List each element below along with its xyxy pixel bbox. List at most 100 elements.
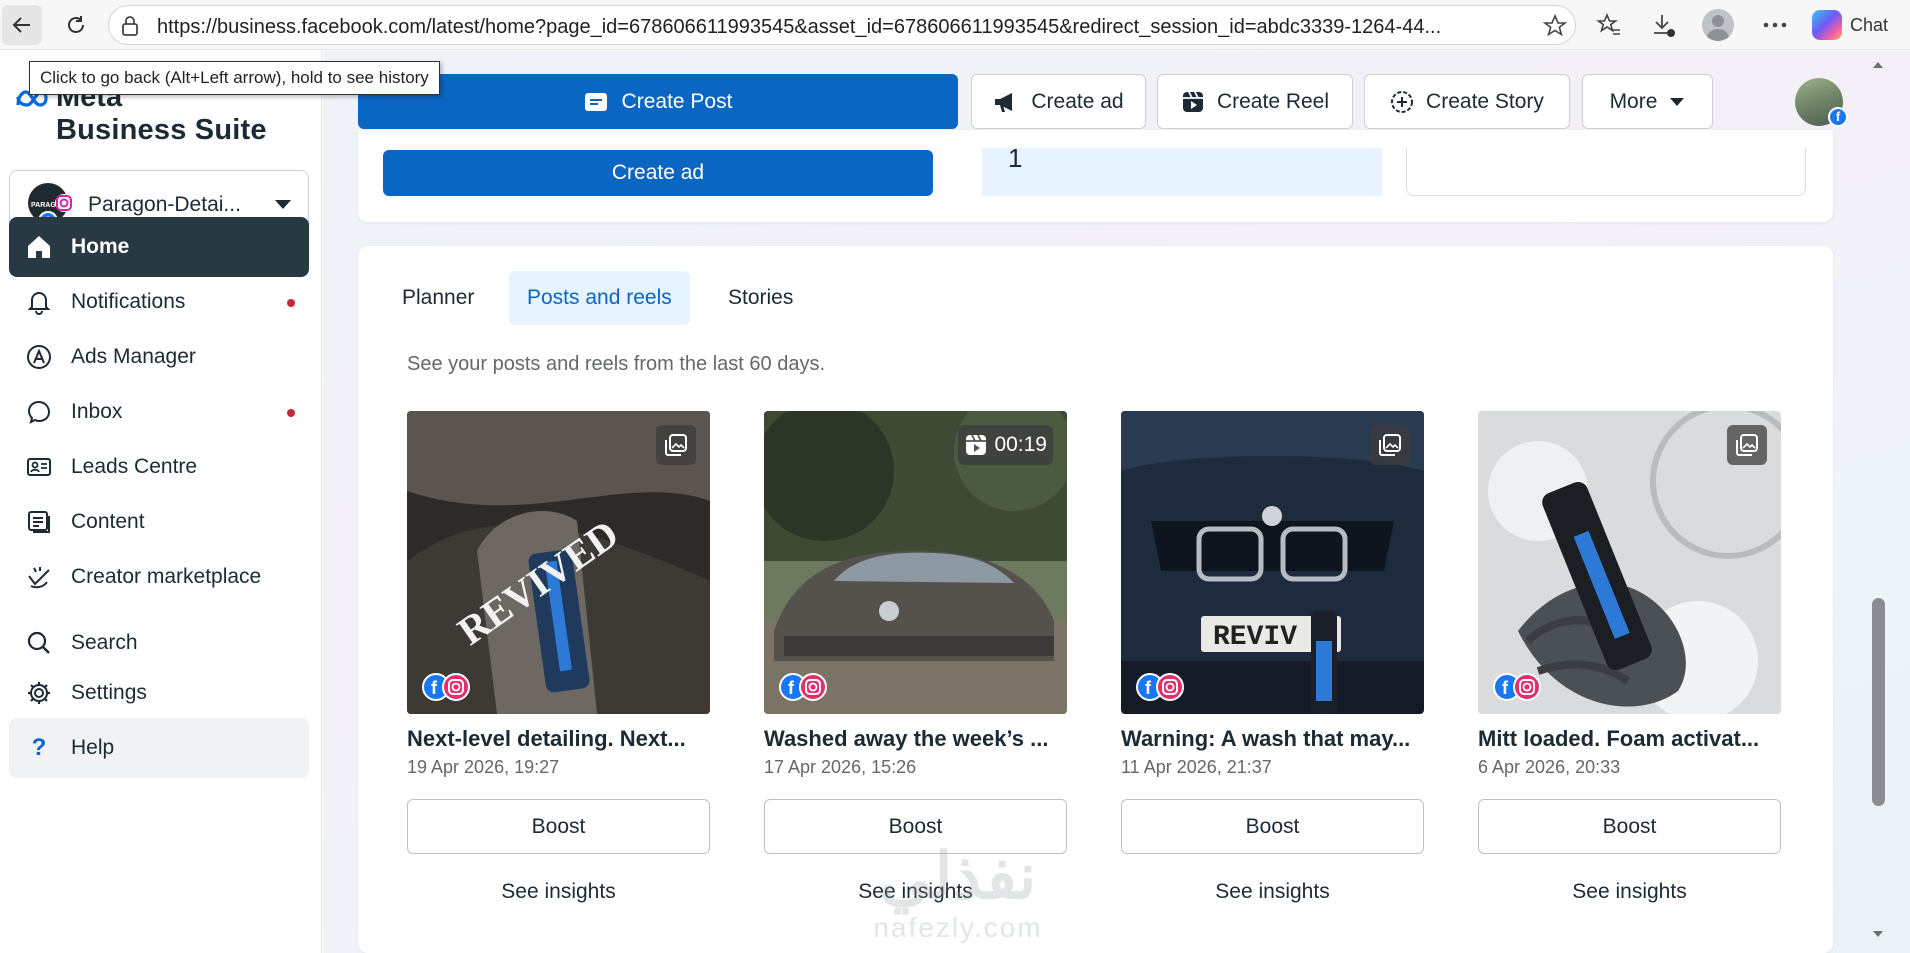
facebook-instagram-icon: f [779, 673, 827, 701]
sidebar-item-label: Search [71, 631, 138, 654]
see-insights-link[interactable]: See insights [764, 880, 1067, 904]
id-card-icon [25, 453, 53, 481]
copilot-chat-button[interactable]: Chat [1812, 9, 1888, 41]
facebook-instagram-icon: f [1136, 673, 1184, 701]
more-button[interactable]: More [1582, 74, 1713, 129]
plate-overlay-text: REVIV [1213, 622, 1297, 653]
browser-profile-avatar[interactable] [1702, 9, 1734, 41]
create-story-button[interactable]: Create Story [1364, 74, 1570, 129]
caret-down-icon [275, 200, 291, 209]
posts-subtitle: See your posts and reels from the last 6… [407, 353, 825, 375]
logo-business-suite-text: Business Suite [56, 114, 267, 146]
favorites-icon[interactable] [1594, 10, 1624, 40]
post-thumbnail[interactable]: 00:19 f [764, 411, 1067, 714]
address-bar[interactable]: https://business.facebook.com/latest/hom… [108, 5, 1576, 45]
post-title[interactable]: Washed away the week’s ... [764, 726, 1067, 752]
card-create-ad-button[interactable]: Create ad [383, 150, 933, 196]
sidebar-item-inbox[interactable]: Inbox [9, 382, 309, 442]
create-story-label: Create Story [1426, 89, 1544, 113]
favorite-star-icon[interactable] [1543, 14, 1567, 38]
boost-button[interactable]: Boost [1121, 799, 1424, 854]
post-thumbnail[interactable]: f [1478, 411, 1781, 714]
url-text[interactable]: https://business.facebook.com/latest/hom… [157, 16, 1527, 38]
tab-posts-and-reels[interactable]: Posts and reels [509, 271, 690, 325]
create-reel-button[interactable]: Create Reel [1157, 74, 1353, 129]
page-scrollbar[interactable] [1867, 51, 1891, 953]
browser-toolbar: https://business.facebook.com/latest/hom… [0, 0, 1910, 50]
reel-type-badge: 00:19 [958, 425, 1053, 465]
back-button[interactable] [2, 5, 42, 45]
sidebar-item-label: Ads Manager [71, 345, 196, 368]
sidebar-item-label: Leads Centre [71, 455, 198, 478]
reload-button[interactable] [56, 5, 96, 45]
reel-icon [1182, 91, 1203, 112]
tab-stories[interactable]: Stories [710, 271, 811, 325]
sidebar-item-home[interactable]: Home [9, 217, 309, 277]
photo-type-badge [1370, 425, 1410, 465]
bell-icon [25, 288, 53, 316]
svg-text:f: f [431, 678, 438, 698]
tab-planner[interactable]: Planner [384, 271, 492, 325]
sidebar-item-creator-marketplace[interactable]: Creator marketplace [9, 547, 309, 607]
photo-type-badge [1727, 425, 1767, 465]
post-thumbnail[interactable]: REVIV f [1121, 411, 1424, 714]
multi-photo-icon [1379, 434, 1401, 456]
reload-icon [68, 16, 84, 33]
see-insights-link[interactable]: See insights [1121, 880, 1424, 904]
question-icon: ? [31, 734, 47, 761]
post-date: 19 Apr 2026, 19:27 [407, 757, 560, 777]
info-panel [1406, 148, 1806, 196]
home-icon [25, 233, 53, 261]
sidebar-item-ads-manager[interactable]: Ads Manager [9, 327, 309, 387]
boost-button[interactable]: Boost [407, 799, 710, 854]
sidebar-item-label: Creator marketplace [71, 565, 262, 588]
see-insights-link[interactable]: See insights [1478, 880, 1781, 904]
create-ad-button[interactable]: Create ad [971, 74, 1146, 129]
more-options-icon[interactable] [1760, 10, 1790, 40]
arrow-left-icon [12, 17, 30, 33]
multi-photo-icon [1736, 434, 1758, 456]
gear-icon [25, 679, 53, 707]
post-title[interactable]: Mitt loaded. Foam activat... [1478, 726, 1781, 752]
multi-photo-icon [665, 434, 687, 456]
account-name: Paragon-Detai... [88, 193, 241, 216]
sidebar-item-label: Settings [71, 681, 147, 704]
svg-text:f: f [788, 678, 795, 698]
post-thumbnail[interactable]: REVIVED f [407, 411, 710, 714]
boost-button[interactable]: Boost [1478, 799, 1781, 854]
content-icon [25, 508, 53, 536]
more-label: More [1609, 89, 1658, 113]
post-title[interactable]: Warning: A wash that may... [1121, 726, 1424, 752]
create-post-label: Create Post [621, 89, 733, 113]
chat-bubble-icon [25, 398, 53, 426]
post-icon [584, 92, 607, 111]
sidebar-item-settings[interactable]: Settings [9, 663, 309, 723]
story-plus-icon [1391, 90, 1414, 113]
sidebar-item-help[interactable]: ? Help [9, 718, 309, 778]
post-date: 6 Apr 2026, 20:33 [1478, 757, 1621, 777]
post-title[interactable]: Next-level detailing. Next... [407, 726, 710, 752]
highlight-panel [982, 148, 1382, 196]
panel-number: 1 [1008, 143, 1023, 173]
notification-dot [287, 299, 295, 307]
downloads-icon[interactable] [1648, 10, 1678, 40]
scroll-down-arrow-icon[interactable] [1872, 930, 1884, 938]
creator-icon [25, 563, 53, 591]
notification-dot [287, 409, 295, 417]
boost-button[interactable]: Boost [764, 799, 1067, 854]
sidebar-item-leads-centre[interactable]: Leads Centre [9, 437, 309, 497]
reel-duration: 00:19 [994, 433, 1047, 456]
scrollbar-thumb[interactable] [1872, 598, 1885, 806]
lock-icon [122, 16, 138, 36]
scroll-up-arrow-icon[interactable] [1872, 61, 1884, 69]
see-insights-link[interactable]: See insights [407, 880, 710, 904]
post-date: 11 Apr 2026, 21:37 [1121, 757, 1272, 777]
caret-down-icon [1670, 97, 1685, 106]
sidebar-item-content[interactable]: Content [9, 492, 309, 552]
search-icon [25, 629, 53, 657]
facebook-instagram-icon: f [1493, 673, 1541, 701]
create-reel-label: Create Reel [1216, 89, 1330, 113]
create-post-button[interactable]: Create Post [358, 74, 958, 129]
sidebar-item-notifications[interactable]: Notifications [9, 272, 309, 332]
svg-text:f: f [1145, 678, 1152, 698]
